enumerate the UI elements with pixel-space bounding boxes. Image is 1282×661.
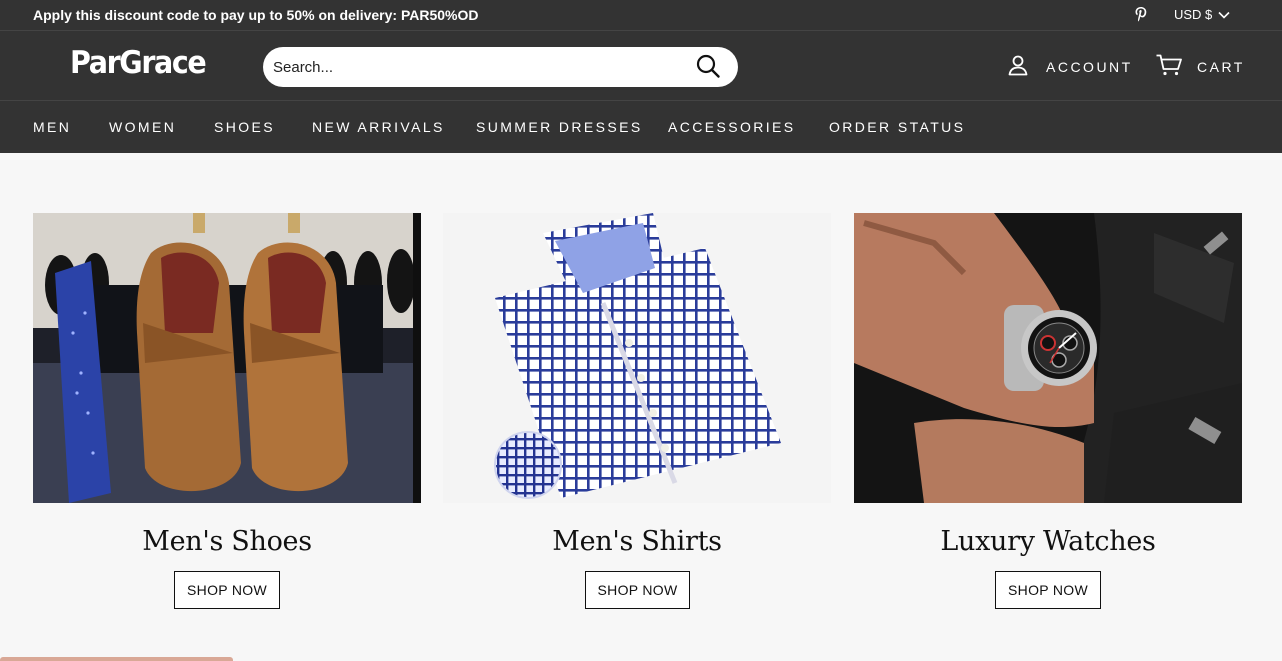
site-header: ParGrace ACCOUNT CART [0,30,1282,100]
main-nav: MEN WOMEN SHOES NEW ARRIVALS SUMMER DRES… [0,100,1282,153]
luxury-watches-image[interactable] [854,213,1242,503]
shop-now-shoes-button[interactable]: SHOP NOW [174,571,280,609]
pinterest-icon[interactable] [1134,6,1148,22]
nav-item-shoes[interactable]: SHOES [214,119,275,135]
collection-title-shirts[interactable]: Men's Shirts [443,526,831,557]
nav-item-new-arrivals[interactable]: NEW ARRIVALS [312,119,445,135]
mens-shirts-image[interactable] [443,213,831,503]
search-icon[interactable] [695,53,723,81]
account-link[interactable]: ACCOUNT [1006,53,1133,80]
site-logo[interactable]: ParGrace [70,45,207,81]
mens-shoes-image[interactable] [33,213,421,503]
shop-now-watches-button[interactable]: SHOP NOW [995,571,1101,609]
collection-title-watches[interactable]: Luxury Watches [854,526,1242,557]
collection-title-shoes[interactable]: Men's Shoes [33,526,421,557]
user-icon [1006,53,1030,80]
search-bar [263,47,738,87]
shop-now-shirts-button[interactable]: SHOP NOW [585,571,690,609]
nav-item-men[interactable]: MEN [33,119,71,135]
announcement-bar: Apply this discount code to pay up to 50… [0,0,1282,30]
cart-icon [1155,53,1183,80]
cart-link[interactable]: CART [1155,53,1245,80]
announcement-text: Apply this discount code to pay up to 50… [33,7,479,23]
account-label: ACCOUNT [1046,58,1133,75]
cart-label: CART [1197,58,1245,75]
currency-selector[interactable]: USD $ [1174,7,1230,22]
nav-item-women[interactable]: WOMEN [109,119,176,135]
chevron-down-icon [1218,7,1230,22]
nav-item-accessories[interactable]: ACCESSORIES [668,119,796,135]
nav-item-summer-dresses[interactable]: SUMMER DRESSES [476,119,643,135]
currency-label: USD $ [1174,7,1213,22]
search-input[interactable] [273,56,673,78]
nav-item-order-status[interactable]: ORDER STATUS [829,119,965,135]
bottom-banner-edge [0,657,233,661]
